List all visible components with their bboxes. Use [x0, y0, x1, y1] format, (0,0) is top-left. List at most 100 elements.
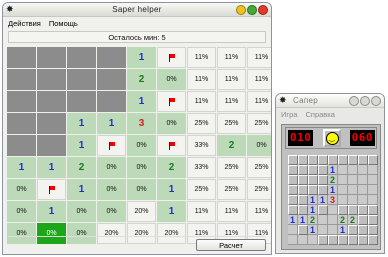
grid-cell[interactable]: 2	[157, 157, 186, 178]
grid-cell[interactable]: 0%	[127, 135, 156, 156]
mine-cell[interactable]	[338, 195, 348, 205]
mine-cell[interactable]	[358, 235, 368, 245]
mine-cell[interactable]: 3	[328, 195, 338, 205]
mine-cell[interactable]	[308, 175, 318, 185]
mine-cell[interactable]: 1	[308, 225, 318, 235]
mine-cell[interactable]	[318, 185, 328, 195]
menu-game[interactable]: Игра	[281, 110, 297, 119]
mine-cell[interactable]	[348, 235, 358, 245]
grid-cell[interactable]	[157, 135, 186, 156]
grid-cell[interactable]: 25%	[247, 113, 271, 134]
mine-cell[interactable]	[368, 175, 378, 185]
mine-cell[interactable]	[338, 185, 348, 195]
grid-cell[interactable]: 25%	[217, 113, 246, 134]
grid-cell[interactable]: 11%	[217, 69, 246, 90]
mine-cell[interactable]	[288, 235, 298, 245]
grid-cell[interactable]: 11%	[217, 91, 246, 112]
mine-cell[interactable]: 2	[308, 215, 318, 225]
grid-cell[interactable]: 1	[67, 179, 96, 200]
grid-cell[interactable]: 20%	[127, 201, 156, 222]
grid-cell[interactable]	[97, 91, 126, 112]
mine-cell[interactable]	[298, 225, 308, 235]
close-button[interactable]	[258, 5, 268, 15]
mine-cell[interactable]	[298, 205, 308, 215]
grid-cell[interactable]: 25%	[217, 179, 246, 200]
grid-cell[interactable]	[37, 135, 66, 156]
grid-cell[interactable]: 0%	[127, 179, 156, 200]
mine-cell[interactable]	[368, 235, 378, 245]
grid-cell[interactable]	[37, 179, 66, 200]
mine-cell[interactable]	[288, 165, 298, 175]
mine-cell[interactable]	[328, 235, 338, 245]
mine-cell[interactable]	[308, 155, 318, 165]
mine-cell[interactable]	[318, 215, 328, 225]
mine-cell[interactable]	[328, 215, 338, 225]
grid-cell[interactable]	[7, 113, 36, 134]
grid-cell[interactable]: 0%	[247, 135, 271, 156]
mine-cell[interactable]	[348, 165, 358, 175]
mine-cell[interactable]	[318, 165, 328, 175]
mine-cell[interactable]: 1	[288, 215, 298, 225]
grid-cell[interactable]: 11%	[187, 47, 216, 68]
mine-cell[interactable]	[338, 175, 348, 185]
mine-cell[interactable]	[288, 155, 298, 165]
grid-cell[interactable]	[7, 69, 36, 90]
grid-cell[interactable]	[97, 47, 126, 68]
grid-cell[interactable]: 0%	[7, 201, 36, 222]
grid-cell[interactable]	[37, 113, 66, 134]
mine-cell[interactable]	[358, 225, 368, 235]
mine-cell[interactable]	[348, 185, 358, 195]
mine-cell[interactable]	[318, 155, 328, 165]
mine-cell[interactable]	[298, 165, 308, 175]
mine-cell[interactable]	[348, 175, 358, 185]
mine-cell[interactable]	[308, 185, 318, 195]
grid-cell[interactable]	[7, 91, 36, 112]
mine-cell[interactable]	[348, 225, 358, 235]
grid-cell[interactable]: 33%	[187, 157, 216, 178]
grid-cell[interactable]: 25%	[247, 157, 271, 178]
grid-cell[interactable]: 11%	[247, 91, 271, 112]
mine-cell[interactable]	[338, 165, 348, 175]
ms-close-button[interactable]	[371, 96, 381, 106]
grid-cell[interactable]: 1	[37, 157, 66, 178]
grid-cell[interactable]: 1	[7, 157, 36, 178]
helper-title-bar[interactable]: ✸ Saper helper	[3, 3, 271, 17]
grid-cell[interactable]	[37, 69, 66, 90]
grid-cell[interactable]: 1	[97, 113, 126, 134]
grid-cell[interactable]: 0%	[157, 113, 186, 134]
mine-cell[interactable]	[368, 155, 378, 165]
grid-cell[interactable]	[97, 135, 126, 156]
grid-cell[interactable]: 11%	[187, 201, 216, 222]
mine-cell[interactable]: 1	[328, 165, 338, 175]
mine-cell[interactable]	[368, 215, 378, 225]
grid-cell[interactable]: 0%	[127, 157, 156, 178]
grid-cell[interactable]: 1	[157, 179, 186, 200]
grid-cell[interactable]	[7, 47, 36, 68]
menu-actions[interactable]: Действия	[8, 19, 41, 28]
menu-help[interactable]: Помощь	[49, 19, 78, 28]
mine-cell[interactable]	[318, 175, 328, 185]
grid-cell[interactable]: 25%	[187, 179, 216, 200]
grid-cell[interactable]	[67, 47, 96, 68]
mine-cell[interactable]: 1	[328, 185, 338, 195]
mine-cell[interactable]	[348, 155, 358, 165]
grid-cell[interactable]	[67, 69, 96, 90]
mine-cell[interactable]: 1	[338, 225, 348, 235]
mine-cell[interactable]	[358, 185, 368, 195]
ms-minimize-button[interactable]	[349, 96, 359, 106]
grid-cell[interactable]: 0%	[157, 69, 186, 90]
mine-cell[interactable]	[368, 195, 378, 205]
maximize-button[interactable]	[247, 5, 257, 15]
grid-cell[interactable]	[157, 47, 186, 68]
grid-cell[interactable]	[37, 47, 66, 68]
grid-cell[interactable]: 25%	[187, 113, 216, 134]
grid-cell[interactable]: 25%	[247, 179, 271, 200]
menu-reference[interactable]: Справка	[305, 110, 334, 119]
mine-cell[interactable]	[288, 185, 298, 195]
grid-cell[interactable]: 2	[127, 69, 156, 90]
mine-cell[interactable]	[288, 225, 298, 235]
mine-cell[interactable]	[328, 225, 338, 235]
mine-cell[interactable]: 1	[298, 215, 308, 225]
grid-cell[interactable]: 0%	[97, 201, 126, 222]
mine-cell[interactable]	[308, 235, 318, 245]
